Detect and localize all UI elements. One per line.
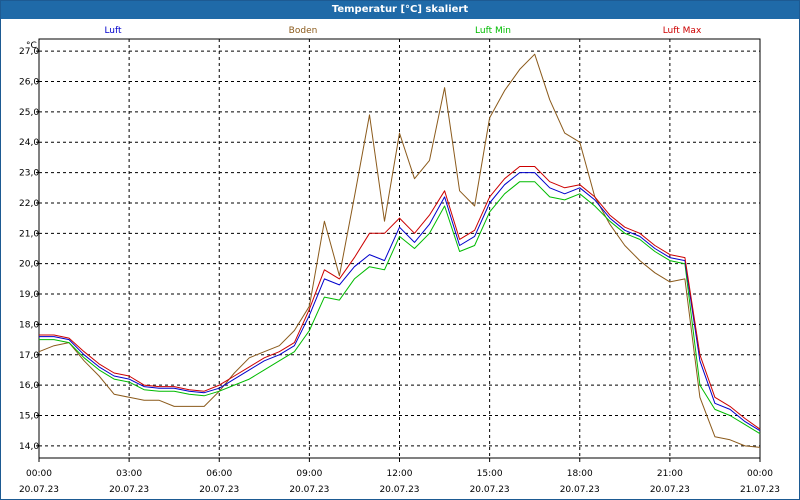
y-tick-label: 19,0 — [19, 290, 39, 300]
legend-entry: Luft Min — [475, 26, 511, 36]
x-tick-date: 20.07.23 — [650, 485, 690, 495]
series-line-luft — [39, 172, 761, 432]
x-tick-date: 20.07.23 — [199, 485, 239, 495]
x-tick-time: 15:00 — [477, 469, 503, 479]
x-tick-date: 20.07.23 — [379, 485, 419, 495]
y-tick-label: 24,0 — [19, 138, 39, 148]
x-tick-date: 21.07.23 — [740, 485, 780, 495]
x-tick-date: 20.07.23 — [109, 485, 149, 495]
x-tick-date: 20.07.23 — [19, 485, 59, 495]
y-tick-label: 21,0 — [19, 229, 39, 239]
y-tick-label: 18,0 — [19, 320, 39, 330]
x-tick-date: 20.07.23 — [560, 485, 600, 495]
temperature-chart: Luft Boden Luft Min Luft Max °C27,026,025,0… — [19, 26, 780, 495]
legend-entry: Luft Max — [663, 26, 702, 36]
x-tick-time: 09:00 — [296, 469, 322, 479]
y-tick-label: 20,0 — [19, 260, 39, 270]
y-tick-label: 14,0 — [19, 442, 39, 452]
y-tick-label: 17,0 — [19, 351, 39, 361]
y-axis: °C27,026,025,024,023,022,021,020,019,018… — [19, 41, 39, 452]
y-tick-label: 27,0 — [19, 47, 39, 57]
x-tick-time: 12:00 — [387, 469, 413, 479]
legend: Luft Boden Luft Min Luft Max — [104, 26, 702, 36]
x-tick-time: 18:00 — [567, 469, 593, 479]
x-axis: 00:00 20.07.23 03:00 20.07.23 06:00 20.07.23 0… — [19, 458, 780, 495]
y-tick-label: 23,0 — [19, 169, 39, 179]
legend-entry: Boden — [289, 26, 318, 36]
x-tick-time: 06:00 — [206, 469, 232, 479]
x-tick-date: 20.07.23 — [289, 485, 329, 495]
y-tick-label: 16,0 — [19, 381, 39, 391]
x-tick-time: 00:00 — [747, 469, 773, 479]
y-tick-label: 26,0 — [19, 78, 39, 88]
x-tick-date: 20.07.23 — [470, 485, 510, 495]
y-tick-label: 15,0 — [19, 411, 39, 421]
x-tick-time: 03:00 — [116, 469, 142, 479]
legend-entry: Luft — [104, 26, 122, 36]
y-tick-label: 25,0 — [19, 108, 39, 118]
x-tick-time: 21:00 — [657, 469, 683, 479]
y-tick-label: 22,0 — [19, 199, 39, 209]
x-tick-time: 00:00 — [26, 469, 52, 479]
